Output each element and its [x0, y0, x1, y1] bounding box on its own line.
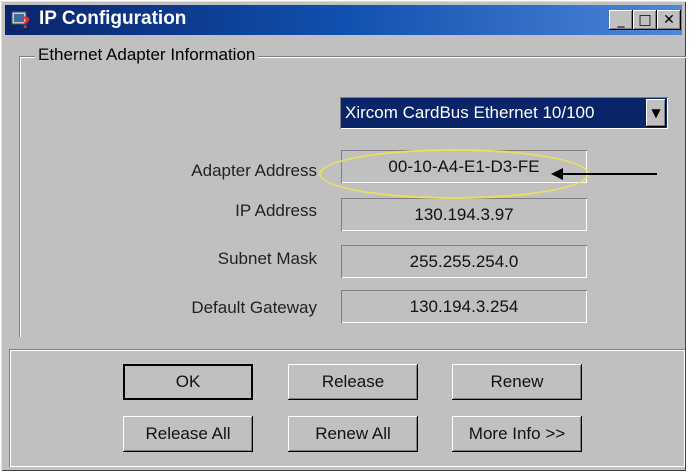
close-button[interactable]: ✕	[657, 10, 681, 30]
ip-config-icon: ?	[11, 11, 30, 31]
group-label: Ethernet Adapter Information	[35, 45, 259, 65]
subnet-mask-field: 255.255.254.0	[341, 245, 587, 278]
renew-all-button[interactable]: Renew All	[288, 416, 418, 452]
default-gateway-label: Default Gateway	[191, 298, 317, 317]
svg-text:?: ?	[21, 13, 30, 31]
maximize-button[interactable]: □	[633, 10, 657, 30]
adapter-dropdown[interactable]: Xircom CardBus Ethernet 10/100 ▼	[340, 97, 668, 129]
ip-configuration-window: ? IP Configuration _ □ ✕ Ethernet Adapte…	[1, 1, 686, 471]
arrow-left-icon	[551, 168, 657, 180]
more-info-button[interactable]: More Info >>	[452, 416, 582, 452]
subnet-mask-label: Subnet Mask	[217, 249, 317, 268]
minimize-button[interactable]: _	[609, 10, 633, 30]
ip-address-label: IP Address	[235, 201, 317, 220]
adapter-address-label: Adapter Address	[191, 161, 317, 180]
chevron-down-icon[interactable]: ▼	[646, 99, 666, 127]
default-gateway-field: 130.194.3.254	[341, 290, 587, 323]
release-button[interactable]: Release	[288, 364, 418, 400]
ok-button[interactable]: OK	[123, 364, 253, 400]
adapter-dropdown-value: Xircom CardBus Ethernet 10/100	[345, 103, 595, 122]
ip-address-field: 130.194.3.97	[341, 198, 587, 231]
window-title: IP Configuration	[39, 8, 187, 29]
release-all-button[interactable]: Release All	[123, 416, 253, 452]
title-bar[interactable]: ? IP Configuration _ □ ✕	[5, 5, 682, 35]
renew-button[interactable]: Renew	[452, 364, 582, 400]
